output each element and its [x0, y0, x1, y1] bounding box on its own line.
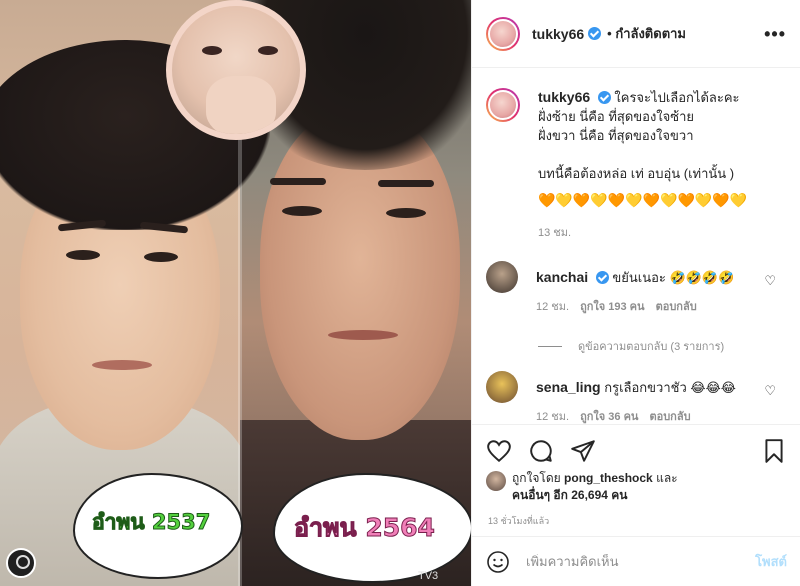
caption-hearts: 🧡💛🧡💛🧡💛🧡💛🧡💛🧡💛 — [538, 192, 748, 208]
inset-eye — [258, 46, 278, 55]
commenter-avatar[interactable] — [486, 261, 518, 293]
reply-button[interactable]: ตอบกลับ — [656, 297, 697, 315]
liker-avatar[interactable] — [486, 471, 506, 491]
bookmark-icon[interactable] — [761, 438, 787, 464]
comment-time[interactable]: 12 ชม. — [536, 407, 569, 425]
post-image[interactable]: อำพน 2537 อำพน 2564 TV3 — [0, 0, 471, 586]
commenter-avatar[interactable] — [486, 371, 518, 403]
comment-item: kanchai ขยันเนอะ 🤣🤣🤣🤣 12 ชม. ถูกใจ 193 ค… — [472, 261, 800, 315]
caption-line: บทนี้คือต้องหล่อ เท่ อบอุ่น (เท่านั้น ) — [538, 166, 735, 181]
post-timestamp[interactable]: 13 ชั่วโมงที่แล้ว — [488, 514, 549, 528]
liker-username[interactable]: pong_theshock — [564, 471, 653, 485]
caption-line: ใครจะไปเลือกได้ละคะ — [614, 90, 740, 105]
likes-summary: ถูกใจโดย pong_theshock และ คนอื่นๆ อีก 2… — [486, 470, 796, 504]
comment-item: sena_ling กรูเลือกขวาชัว 😂😂😂 12 ชม. ถูกใ… — [472, 371, 800, 425]
right-bubble-label: อำพน 2564 — [294, 513, 436, 543]
right-mouth — [328, 330, 398, 340]
post-actions-bar — [472, 424, 800, 476]
right-eye — [386, 208, 426, 218]
comment-bubble-icon[interactable] — [528, 438, 554, 464]
left-eye — [66, 250, 100, 260]
left-mouth — [92, 360, 152, 370]
likes-and: และ — [656, 471, 678, 485]
tagged-user-icon[interactable] — [6, 548, 36, 578]
right-eye — [282, 206, 322, 216]
reply-button[interactable]: ตอบกลับ — [649, 407, 690, 425]
likes-others-count[interactable]: คนอื่นๆ อีก 26,694 คน — [512, 488, 628, 502]
verified-icon — [588, 27, 602, 40]
post-header: tukky66 • กำลังติดตาม ••• — [472, 0, 800, 68]
channel-watermark: TV3 — [418, 570, 439, 582]
post-side-panel: tukky66 • กำลังติดตาม ••• tukky66 ใครจะไ… — [471, 0, 800, 586]
comment-likes[interactable]: ถูกใจ 36 คน — [580, 407, 638, 425]
right-brow — [270, 178, 326, 185]
caption-time: 13 ชม. — [538, 227, 572, 239]
view-replies-button[interactable]: ดูข้อความตอบกลับ (3 รายการ) — [538, 337, 800, 355]
caption: tukky66 ใครจะไปเลือกได้ละคะ ฝั่งซ้าย นี่… — [472, 68, 800, 243]
post-comment-button[interactable]: โพสต์ — [755, 551, 787, 572]
inset-circle-photo — [166, 0, 306, 140]
comment-likes[interactable]: ถูกใจ 193 คน — [580, 297, 644, 315]
left-bubble-label: อำพน 2537 — [91, 510, 211, 535]
caption-username[interactable]: tukky66 — [538, 89, 590, 105]
caption-line: ฝั่งซ้าย นี่คือ ที่สุดของใจซ้าย — [538, 109, 695, 124]
emoji-smile-icon[interactable] — [486, 550, 510, 574]
add-comment-bar: โพสต์ — [472, 536, 800, 586]
share-send-icon[interactable] — [570, 438, 596, 464]
author-username[interactable]: tukky66 — [532, 26, 584, 42]
caption-line: ฝั่งขวา นี่คือ ที่สุดของใจขวา — [538, 128, 694, 143]
comment-input[interactable] — [526, 554, 726, 569]
right-brow — [378, 180, 434, 187]
following-button[interactable]: • กำลังติดตาม — [607, 23, 686, 44]
verified-icon — [597, 91, 611, 104]
caption-avatar[interactable] — [486, 88, 520, 122]
commenter-username[interactable]: kanchai — [536, 269, 588, 285]
comment-text: ขยันเนอะ 🤣🤣🤣🤣 — [612, 270, 735, 285]
caption-text: tukky66 ใครจะไปเลือกได้ละคะ ฝั่งซ้าย นี่… — [538, 88, 747, 243]
left-eye — [144, 252, 178, 262]
author-avatar[interactable] — [486, 16, 520, 51]
comment-like-heart-icon[interactable]: ♡ — [764, 383, 776, 399]
like-heart-icon[interactable] — [486, 438, 512, 464]
inset-eye — [202, 46, 222, 55]
inset-hand — [206, 76, 276, 134]
comment-text: กรูเลือกขวาชัว 😂😂😂 — [604, 380, 736, 395]
more-options-icon[interactable]: ••• — [764, 25, 786, 43]
verified-icon — [595, 271, 609, 284]
comment-time[interactable]: 12 ชม. — [536, 297, 569, 315]
comment-like-heart-icon[interactable]: ♡ — [764, 273, 776, 289]
commenter-username[interactable]: sena_ling — [536, 379, 601, 395]
likes-prefix: ถูกใจโดย — [512, 471, 561, 485]
